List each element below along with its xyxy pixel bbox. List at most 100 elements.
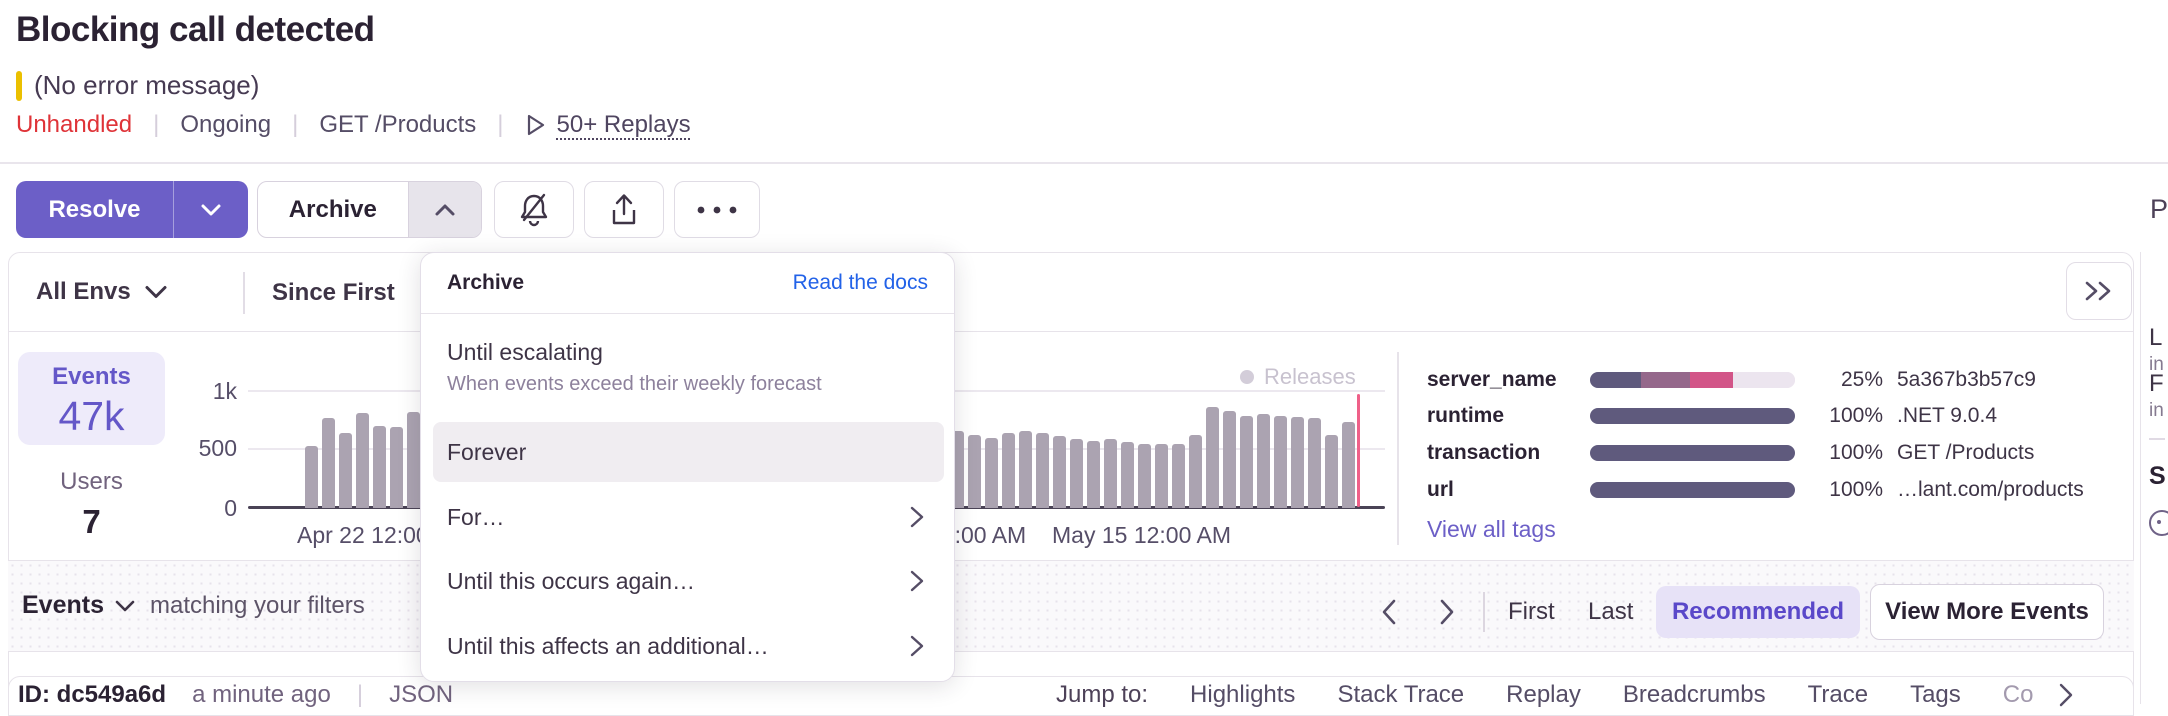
menu-item-until-escalating[interactable]: Until escalating When events exceed thei… bbox=[433, 339, 944, 411]
json-link[interactable]: JSON bbox=[389, 681, 453, 709]
chart-bar bbox=[1342, 422, 1355, 508]
tag-value: 5a367b3b57c9 bbox=[1897, 368, 2036, 392]
chart-bar bbox=[1002, 433, 1015, 508]
chart-bar bbox=[1087, 441, 1100, 508]
separator: | bbox=[292, 111, 298, 139]
jump-link-breadcrumbs[interactable]: Breadcrumbs bbox=[1623, 681, 1766, 709]
tag-bar bbox=[1590, 445, 1795, 461]
tag-row-transaction[interactable]: transaction 100% GET /Products bbox=[1427, 438, 2127, 468]
more-actions-button[interactable] bbox=[674, 181, 760, 238]
chart-bar bbox=[1257, 414, 1270, 508]
right-sidebar-sliver: L in F in S bbox=[2140, 252, 2168, 704]
chart-bar bbox=[985, 438, 998, 508]
jump-link-replay[interactable]: Replay bbox=[1506, 681, 1581, 709]
play-icon bbox=[525, 113, 547, 137]
tag-name: server_name bbox=[1427, 368, 1590, 392]
chevron-down-icon bbox=[143, 284, 169, 300]
chart-bar bbox=[1019, 431, 1032, 508]
events-dropdown[interactable]: Events bbox=[22, 591, 136, 620]
chart-bar bbox=[1070, 439, 1083, 508]
view-all-tags-link[interactable]: View all tags bbox=[1427, 516, 1556, 543]
event-id-row: ID: dc549a6d a minute ago | JSON bbox=[18, 681, 453, 709]
event-timestamp: a minute ago bbox=[192, 681, 331, 709]
next-page-button[interactable] bbox=[1436, 597, 1458, 627]
menu-item-until-occurs-again[interactable]: Until this occurs again… bbox=[433, 553, 944, 609]
issue-meta-row: Unhandled | Ongoing | GET /Products | 50… bbox=[16, 111, 691, 139]
chart-bar bbox=[1189, 435, 1202, 508]
resolve-dropdown-toggle[interactable] bbox=[173, 181, 248, 238]
share-button[interactable] bbox=[584, 181, 664, 238]
menu-item-label: Until escalating bbox=[447, 339, 944, 366]
nav-scroll-right-icon[interactable] bbox=[2057, 682, 2075, 708]
date-range-filter[interactable]: Since First bbox=[272, 279, 395, 307]
error-message: (No error message) bbox=[34, 70, 259, 101]
events-dropdown-label: Events bbox=[22, 591, 104, 620]
read-the-docs-link[interactable]: Read the docs bbox=[793, 271, 928, 295]
last-event-link[interactable]: Last bbox=[1588, 598, 1633, 626]
previous-page-button[interactable] bbox=[1378, 597, 1400, 627]
jump-link-cut[interactable]: Co bbox=[2003, 681, 2034, 709]
chart-bar bbox=[1308, 418, 1321, 508]
menu-item-label: Until this affects an additional… bbox=[447, 633, 769, 660]
chart-legend[interactable]: Releases bbox=[1240, 364, 1356, 390]
jump-link-stack-trace[interactable]: Stack Trace bbox=[1337, 681, 1464, 709]
separator: | bbox=[497, 111, 503, 139]
jump-link-highlights[interactable]: Highlights bbox=[1190, 681, 1295, 709]
tag-row-runtime[interactable]: runtime 100% .NET 9.0.4 bbox=[1427, 401, 2127, 431]
environment-filter[interactable]: All Envs bbox=[36, 278, 169, 306]
chart-bar bbox=[1172, 444, 1185, 508]
chart-bar bbox=[1053, 436, 1066, 508]
menu-item-for[interactable]: For… bbox=[433, 489, 944, 545]
menu-item-until-affects-additional[interactable]: Until this affects an additional… bbox=[433, 618, 944, 674]
cut-text-fragment: L bbox=[2149, 324, 2162, 352]
resolve-button[interactable]: Resolve bbox=[16, 181, 248, 238]
header-divider bbox=[0, 162, 2168, 164]
status-badge: Ongoing bbox=[180, 111, 271, 139]
archive-dropdown-toggle[interactable] bbox=[408, 182, 481, 237]
recommended-toggle[interactable]: Recommended bbox=[1656, 586, 1860, 638]
chevron-down-icon bbox=[199, 202, 223, 218]
jump-link-tags[interactable]: Tags bbox=[1910, 681, 1961, 709]
jump-link-trace[interactable]: Trace bbox=[1808, 681, 1868, 709]
tag-name: url bbox=[1427, 478, 1590, 502]
error-message-row: (No error message) bbox=[16, 70, 259, 101]
tag-bar-segment bbox=[1590, 408, 1795, 424]
jump-to-label: Jump to: bbox=[1056, 681, 1148, 709]
divider bbox=[2149, 438, 2165, 440]
cut-text-fragment-toolbar: P bbox=[2150, 194, 2168, 225]
chart-bar bbox=[373, 426, 386, 508]
menu-item-label: For… bbox=[447, 504, 505, 531]
chevron-right-icon bbox=[1436, 597, 1458, 627]
releases-legend-label: Releases bbox=[1264, 364, 1356, 390]
chart-bar bbox=[1291, 417, 1304, 508]
y-axis-tick-1k: 1k bbox=[167, 378, 237, 405]
tag-bar bbox=[1590, 482, 1795, 498]
users-count-label[interactable]: Users bbox=[18, 468, 165, 496]
tag-value: …lant.com/products bbox=[1897, 478, 2084, 502]
ellipsis-icon bbox=[695, 204, 739, 216]
tag-row-url[interactable]: url 100% …lant.com/products bbox=[1427, 475, 2127, 505]
bell-muted-icon bbox=[517, 192, 551, 228]
view-more-events-button[interactable]: View More Events bbox=[1870, 584, 2104, 640]
tag-value: .NET 9.0.4 bbox=[1897, 404, 1997, 428]
resolve-button-label[interactable]: Resolve bbox=[16, 196, 173, 224]
events-count-tab[interactable]: Events 47k bbox=[18, 352, 165, 445]
collapse-sidebar-button[interactable] bbox=[2066, 262, 2132, 320]
chart-bar bbox=[1121, 442, 1134, 508]
replays-group[interactable]: 50+ Replays bbox=[525, 111, 691, 139]
replays-link[interactable]: 50+ Replays bbox=[557, 111, 691, 139]
archive-button-label[interactable]: Archive bbox=[258, 196, 408, 224]
graph-tags-divider bbox=[1397, 352, 1399, 545]
chart-bar bbox=[1155, 444, 1168, 508]
tag-percent: 100% bbox=[1795, 478, 1883, 502]
archive-button[interactable]: Archive bbox=[257, 181, 482, 238]
mute-button[interactable] bbox=[494, 181, 574, 238]
tag-bar-segment bbox=[1590, 372, 1641, 388]
archive-dropdown-menu: Archive Read the docs Until escalating W… bbox=[420, 252, 955, 682]
first-event-link[interactable]: First bbox=[1508, 598, 1555, 626]
menu-item-label: Forever bbox=[447, 439, 526, 466]
tag-row-server-name[interactable]: server_name 25% 5a367b3b57c9 bbox=[1427, 365, 2127, 395]
menu-item-forever[interactable]: Forever bbox=[433, 422, 944, 482]
chart-bar bbox=[1036, 433, 1049, 508]
tag-bar-segment bbox=[1733, 372, 1795, 388]
